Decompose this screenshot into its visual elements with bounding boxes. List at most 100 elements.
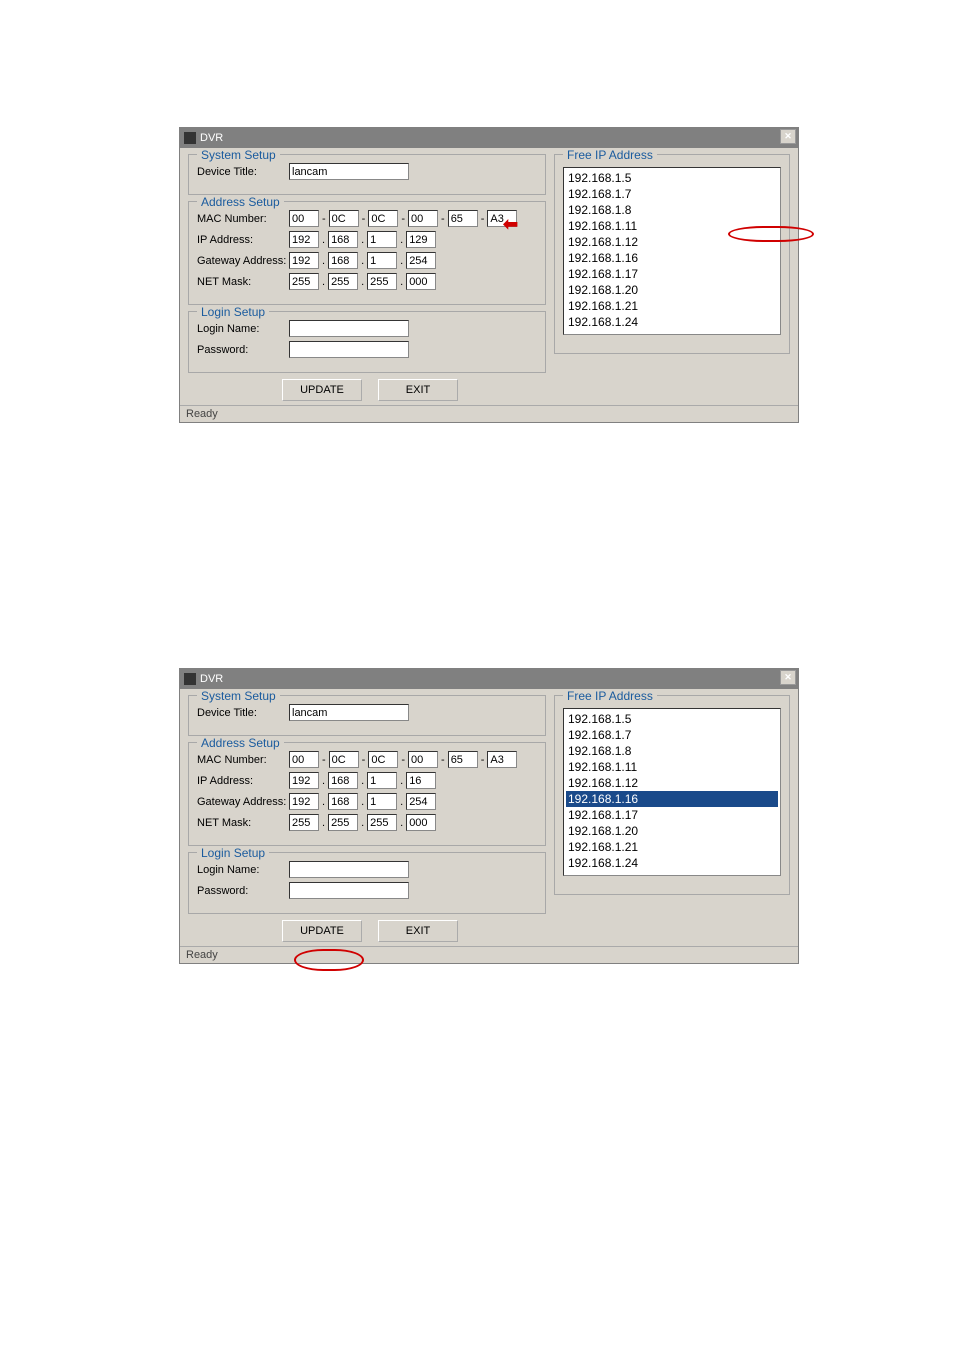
mac-octet-6[interactable] [487,210,517,227]
mac-octet-5[interactable] [448,751,478,768]
login-name-input[interactable] [289,861,409,878]
mac-number-label: MAC Number: [197,213,289,225]
list-item[interactable]: 192.168.1.17 [566,266,778,282]
list-item[interactable]: 192.168.1.21 [566,298,778,314]
list-item[interactable]: 192.168.1.20 [566,282,778,298]
mac-octet-4[interactable] [408,751,438,768]
ip-octet-4[interactable] [406,772,436,789]
password-label: Password: [197,344,289,356]
mac-octet-3[interactable] [368,751,398,768]
list-item[interactable]: 192.168.1.7 [566,727,778,743]
nm-octet-1[interactable] [289,814,319,831]
password-label: Password: [197,885,289,897]
gw-octet-2[interactable] [328,793,358,810]
free-ip-group: Free IP Address 192.168.1.5 192.168.1.7 … [554,154,790,354]
gw-octet-1[interactable] [289,793,319,810]
free-ip-list[interactable]: 192.168.1.5 192.168.1.7 192.168.1.8 192.… [563,167,781,335]
list-item[interactable]: 192.168.1.5 [566,170,778,186]
login-setup-group: Login Setup Login Name: Password: [188,311,546,373]
ip-octet-1[interactable] [289,231,319,248]
system-setup-group: System Setup Device Title: [188,695,546,736]
dvr-dialog-1: DVR ✕ System Setup Device Title: Address… [179,127,799,423]
list-item[interactable]: 192.168.1.11 [566,218,778,234]
list-item[interactable]: 192.168.1.8 [566,743,778,759]
list-item[interactable]: 192.168.1.21 [566,839,778,855]
ip-address-label: IP Address: [197,775,289,787]
address-setup-legend: Address Setup [197,195,284,209]
free-ip-legend: Free IP Address [563,689,657,703]
list-item[interactable]: 192.168.1.24 [566,314,778,330]
list-item[interactable]: 192.168.1.11 [566,759,778,775]
ip-octet-1[interactable] [289,772,319,789]
list-item[interactable]: 192.168.1.20 [566,823,778,839]
list-item[interactable]: 192.168.1.12 [566,775,778,791]
titlebar: DVR ✕ [180,669,798,689]
nm-octet-4[interactable] [406,814,436,831]
list-item[interactable]: 192.168.1.24 [566,855,778,871]
netmask-label: NET Mask: [197,817,289,829]
gw-octet-3[interactable] [367,793,397,810]
mac-octet-2[interactable] [329,210,359,227]
login-name-label: Login Name: [197,864,289,876]
device-title-input[interactable] [289,704,409,721]
mac-octet-1[interactable] [289,210,319,227]
close-icon[interactable]: ✕ [780,129,796,144]
status-bar: Ready [180,405,798,422]
nm-octet-3[interactable] [367,273,397,290]
gw-octet-1[interactable] [289,252,319,269]
exit-button[interactable]: EXIT [378,920,458,942]
free-ip-group: Free IP Address 192.168.1.5 192.168.1.7 … [554,695,790,895]
mac-octet-1[interactable] [289,751,319,768]
password-input[interactable] [289,882,409,899]
list-item-selected[interactable]: 192.168.1.16 [566,791,778,807]
list-item[interactable]: 192.168.1.7 [566,186,778,202]
app-icon [184,673,196,685]
login-setup-legend: Login Setup [197,846,269,860]
update-button[interactable]: UPDATE [282,920,362,942]
exit-button[interactable]: EXIT [378,379,458,401]
device-title-input[interactable] [289,163,409,180]
ip-octet-4[interactable] [406,231,436,248]
mac-octet-3[interactable] [368,210,398,227]
gw-octet-3[interactable] [367,252,397,269]
mac-octet-4[interactable] [408,210,438,227]
ip-octet-2[interactable] [328,231,358,248]
nm-octet-4[interactable] [406,273,436,290]
update-button[interactable]: UPDATE [282,379,362,401]
list-item[interactable]: 192.168.1.17 [566,807,778,823]
titlebar: DVR ✕ [180,128,798,148]
ip-octet-3[interactable] [367,231,397,248]
nm-octet-2[interactable] [328,814,358,831]
gw-octet-2[interactable] [328,252,358,269]
list-item[interactable]: 192.168.1.8 [566,202,778,218]
window-title: DVR [200,132,223,144]
gw-octet-4[interactable] [406,793,436,810]
ip-address-label: IP Address: [197,234,289,246]
login-name-input[interactable] [289,320,409,337]
nm-octet-1[interactable] [289,273,319,290]
device-title-label: Device Title: [197,707,289,719]
nm-octet-3[interactable] [367,814,397,831]
netmask-label: NET Mask: [197,276,289,288]
mac-octet-5[interactable] [448,210,478,227]
ip-octet-3[interactable] [367,772,397,789]
status-bar: Ready [180,946,798,963]
address-setup-legend: Address Setup [197,736,284,750]
system-setup-group: System Setup Device Title: [188,154,546,195]
address-setup-group: Address Setup MAC Number: - - - - - IP A… [188,201,546,305]
close-icon[interactable]: ✕ [780,670,796,685]
list-item[interactable]: 192.168.1.16 [566,250,778,266]
login-setup-legend: Login Setup [197,305,269,319]
ip-octet-2[interactable] [328,772,358,789]
gw-octet-4[interactable] [406,252,436,269]
system-setup-legend: System Setup [197,689,280,703]
mac-octet-6[interactable] [487,751,517,768]
nm-octet-2[interactable] [328,273,358,290]
password-input[interactable] [289,341,409,358]
mac-octet-2[interactable] [329,751,359,768]
free-ip-list[interactable]: 192.168.1.5 192.168.1.7 192.168.1.8 192.… [563,708,781,876]
list-item[interactable]: 192.168.1.12 [566,234,778,250]
list-item[interactable]: 192.168.1.5 [566,711,778,727]
gateway-label: Gateway Address: [197,796,289,808]
login-name-label: Login Name: [197,323,289,335]
